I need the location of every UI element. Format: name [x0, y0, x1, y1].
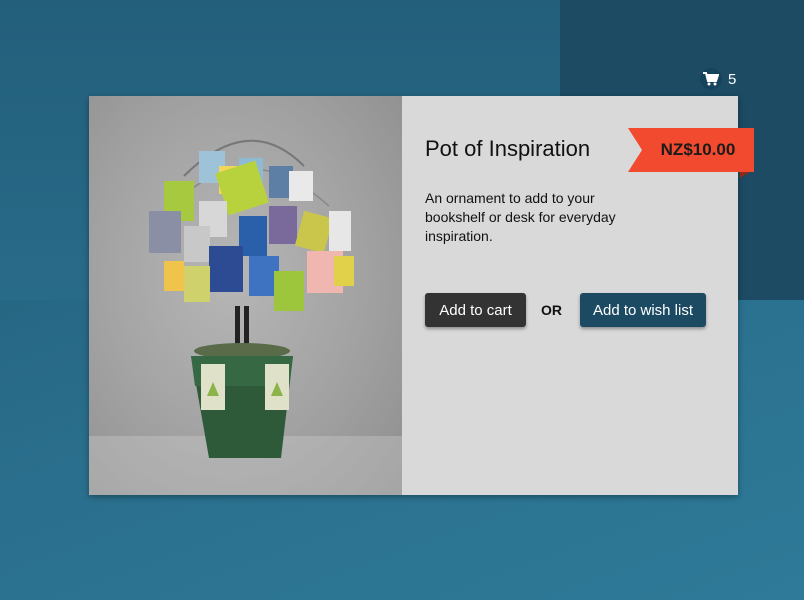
add-to-cart-button[interactable]: Add to cart [425, 293, 526, 327]
product-description: An ornament to add to your bookshelf or … [425, 190, 616, 244]
add-to-wish-list-button[interactable]: Add to wish list [580, 293, 706, 327]
product-card: Pot of Inspiration NZ$10.00 An ornament … [89, 96, 754, 495]
cart-icon[interactable] [700, 68, 722, 90]
or-label: OR [541, 302, 562, 318]
price-tag: NZ$10.00 [628, 128, 754, 172]
price-tag-fold [740, 172, 750, 178]
cart-count: 5 [728, 70, 737, 88]
cart-indicator[interactable]: 5 [700, 68, 736, 90]
product-photo [89, 96, 402, 495]
product-title: Pot of Inspiration [425, 136, 591, 161]
